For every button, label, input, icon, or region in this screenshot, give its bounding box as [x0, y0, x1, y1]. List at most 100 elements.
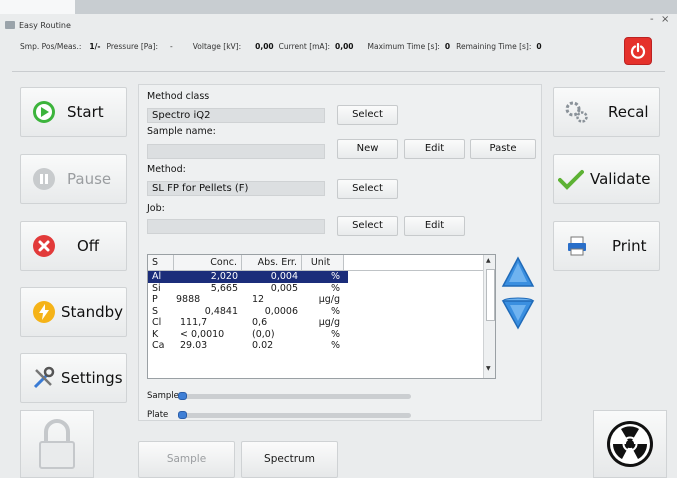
off-button[interactable]: Off — [20, 221, 127, 271]
cell-conc: < 0,0010 — [180, 328, 225, 340]
recal-button[interactable]: Recal — [553, 87, 660, 137]
cell-element: S — [152, 305, 159, 317]
sample-name-input[interactable] — [147, 144, 325, 159]
cell-element: P — [152, 294, 158, 305]
triangle-down-icon — [501, 297, 535, 330]
start-button[interactable]: Start — [20, 87, 127, 137]
play-icon — [31, 99, 57, 125]
pressure-value: - — [170, 41, 173, 51]
pause-icon — [31, 166, 57, 192]
window-title: Easy Routine — [19, 20, 71, 30]
cell-unit: % — [330, 340, 340, 351]
settings-button[interactable]: Settings — [20, 353, 127, 403]
cell-unit: % — [330, 328, 340, 340]
smp-value: 1/- — [89, 41, 101, 51]
header-s[interactable]: S — [148, 255, 174, 270]
results-table[interactable]: S Conc. Abs. Err. Unit Al 2,020 0,004 % … — [147, 254, 496, 379]
plate-progress-bar — [178, 413, 411, 418]
plate-progress-label: Plate — [147, 410, 169, 420]
scroll-down-icon[interactable]: ▼ — [486, 365, 491, 372]
current-value: 0,00 — [335, 41, 354, 51]
settings-icon — [31, 365, 57, 391]
move-up-button[interactable] — [499, 253, 537, 291]
gears-icon — [564, 99, 590, 125]
table-row[interactable]: Ca 29.03 0.02 % — [148, 340, 348, 352]
printer-icon — [564, 233, 590, 259]
print-button[interactable]: Print — [553, 221, 660, 271]
cell-unit: % — [330, 282, 340, 294]
cell-unit: % — [330, 271, 340, 282]
cell-err: 0.02 — [252, 340, 274, 351]
table-row[interactable]: Cl 111,7 0,6 µg/g — [148, 317, 348, 329]
triangle-up-icon — [501, 256, 535, 287]
method-class-field[interactable]: Spectro iQ2 — [147, 108, 325, 123]
cell-conc: 2,020 — [210, 271, 238, 282]
radiation-icon — [607, 421, 653, 467]
table-row[interactable]: Al 2,020 0,004 % — [148, 271, 348, 283]
tab-sample[interactable]: Sample — [138, 441, 235, 478]
method-select-button[interactable]: Select — [337, 179, 398, 199]
table-scrollbar[interactable]: ▲ ▼ — [483, 255, 495, 378]
pause-button[interactable]: Pause — [20, 154, 127, 204]
job-label: Job: — [147, 203, 165, 214]
pressure-label: Pressure [Pa]: — [106, 41, 159, 51]
validate-button[interactable]: Validate — [553, 154, 660, 204]
off-label: Off — [77, 237, 100, 255]
checkmark-icon — [558, 166, 584, 192]
sample-edit-button[interactable]: Edit — [404, 139, 465, 159]
scroll-up-icon[interactable]: ▲ — [486, 257, 491, 264]
table-row[interactable]: P 9888 12 µg/g — [148, 294, 348, 306]
plate-progress-knob — [178, 411, 187, 419]
cell-conc: 29.03 — [180, 340, 208, 351]
tab-spectrum[interactable]: Spectrum — [241, 441, 338, 478]
radiation-button[interactable] — [593, 410, 667, 478]
lock-icon — [39, 419, 75, 469]
table-row[interactable]: S 0,4841 0,0006 % — [148, 306, 348, 318]
power-icon — [630, 43, 646, 59]
scroll-thumb[interactable] — [486, 269, 495, 321]
maxtime-value: 0 — [444, 41, 451, 51]
table-row[interactable]: Si 5,665 0,005 % — [148, 283, 348, 295]
sample-progress-label: Sample — [147, 391, 179, 401]
cell-conc: 5,665 — [210, 282, 238, 294]
standby-icon — [31, 299, 57, 325]
voltage-value: 0,00 — [255, 41, 274, 51]
cell-err: (0,0) — [252, 328, 275, 340]
header-unit[interactable]: Unit — [302, 255, 344, 270]
remtime-label: Remaining Time [s]: — [456, 41, 532, 51]
move-down-button[interactable] — [499, 294, 537, 332]
cell-err: 0,0006 — [264, 305, 298, 317]
new-button[interactable]: New — [337, 139, 398, 159]
cell-element: K — [152, 328, 159, 340]
status-strip: Smp. Pos/Meas.: 1/- Pressure [Pa]: - Vol… — [20, 40, 617, 52]
method-class-label: Method class — [147, 91, 210, 102]
close-button[interactable]: × — [661, 14, 669, 25]
job-edit-button[interactable]: Edit — [404, 216, 465, 236]
job-field[interactable] — [147, 219, 325, 234]
lock-button[interactable] — [20, 410, 94, 478]
validate-label: Validate — [590, 170, 651, 188]
header-abs-err[interactable]: Abs. Err. — [242, 255, 302, 270]
header-conc[interactable]: Conc. — [174, 255, 242, 270]
start-label: Start — [67, 103, 104, 121]
minimize-button[interactable]: - — [650, 14, 654, 25]
paste-button[interactable]: Paste — [470, 139, 536, 159]
job-select-button[interactable]: Select — [337, 216, 398, 236]
recal-label: Recal — [608, 103, 649, 121]
cell-unit: µg/g — [318, 317, 340, 328]
app-icon — [5, 21, 15, 29]
method-field[interactable]: SL FP for Pellets (F) — [147, 181, 325, 196]
cell-unit: µg/g — [318, 294, 340, 305]
sample-progress-bar — [178, 394, 411, 399]
method-class-select-button[interactable]: Select — [337, 105, 398, 125]
cell-unit: % — [330, 305, 340, 317]
cell-element: Si — [152, 282, 161, 294]
standby-button[interactable]: Standby — [20, 287, 127, 337]
top-strip — [75, 0, 677, 14]
table-row[interactable]: K < 0,0010 (0,0) % — [148, 329, 348, 341]
method-label: Method: — [147, 164, 186, 175]
remtime-value: 0 — [536, 41, 542, 51]
cell-element: Al — [152, 271, 162, 282]
sample-name-label: Sample name: — [147, 126, 216, 137]
power-button[interactable] — [624, 37, 652, 65]
